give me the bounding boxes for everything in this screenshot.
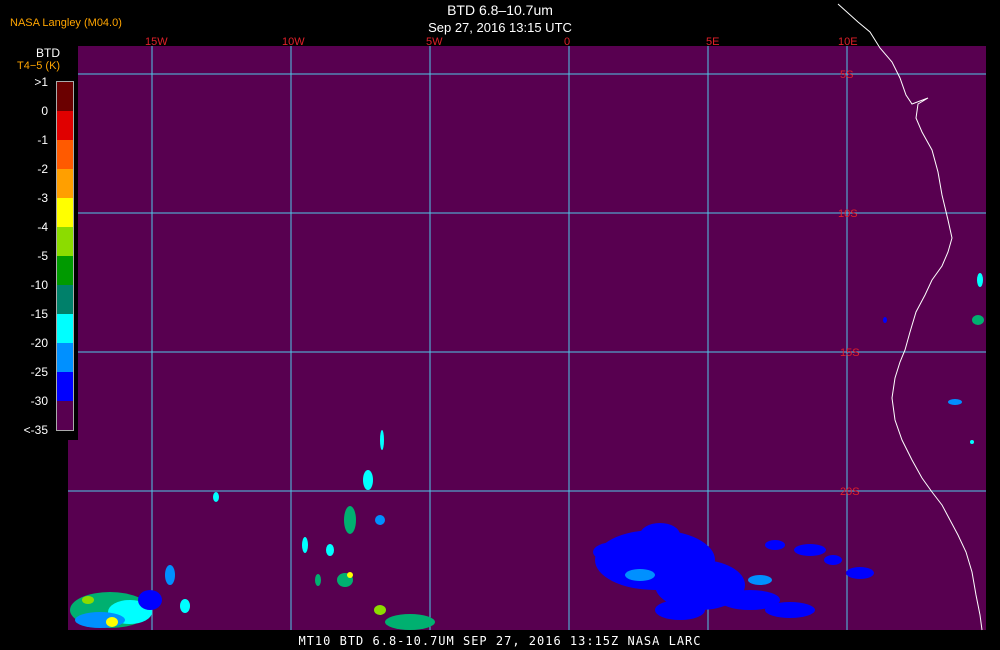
legend-label: >1 [34, 75, 48, 89]
legend-swatch [57, 82, 73, 111]
legend-subtitle: T4−5 (K) [17, 60, 61, 72]
legend-title: BTD [36, 46, 60, 60]
legend-label: -2 [37, 162, 48, 176]
lon-label-0: 0 [564, 36, 570, 48]
legend-label: -4 [37, 220, 48, 234]
page-title: BTD 6.8–10.7um [447, 2, 553, 18]
legend-label: -5 [37, 249, 48, 263]
lat-label-5s: 5S [840, 69, 853, 81]
legend-swatch [57, 285, 73, 314]
lon-label-10w: 10W [282, 36, 305, 48]
map-background [68, 46, 986, 630]
legend-label: -3 [37, 191, 48, 205]
lon-label-5e: 5E [706, 36, 719, 48]
legend-label: -1 [37, 133, 48, 147]
legend-label: -15 [30, 307, 48, 321]
legend-swatch [57, 314, 73, 343]
legend-color-bar [56, 81, 74, 431]
legend-label: 0 [41, 104, 48, 118]
lat-label-20s: 20S [840, 486, 860, 498]
lat-label-15s: 15S [840, 347, 860, 359]
legend-label: -10 [30, 278, 48, 292]
satellite-map: 15W 10W 5W 0 5E 10E 5S 10S 15S 20S [68, 3, 986, 631]
lon-label-5w: 5W [426, 36, 443, 48]
legend-swatch [57, 169, 73, 198]
legend-swatch [57, 227, 73, 256]
legend-label: -20 [30, 336, 48, 350]
footer-caption: MT10 BTD 6.8-10.7UM SEP 27, 2016 13:15Z … [298, 634, 702, 648]
legend-swatch [57, 256, 73, 285]
legend-swatch [57, 140, 73, 169]
legend-swatch [57, 198, 73, 227]
lat-label-10s: 10S [838, 208, 858, 220]
lon-label-10e: 10E [838, 36, 858, 48]
color-legend: BTD T4−5 (K) >1 0 -1 -2 -3 -4 -5 -10 -15 -20 -25 -3… [0, 44, 78, 440]
legend-swatch [57, 372, 73, 401]
page-subtitle: Sep 27, 2016 13:15 UTC [428, 20, 572, 35]
lon-label-15w: 15W [145, 36, 168, 48]
legend-label: <-35 [23, 423, 48, 437]
legend-swatch [57, 343, 73, 372]
legend-swatch [57, 401, 73, 430]
legend-swatch [57, 111, 73, 140]
legend-label: -25 [30, 365, 48, 379]
legend-label: -30 [30, 394, 48, 408]
